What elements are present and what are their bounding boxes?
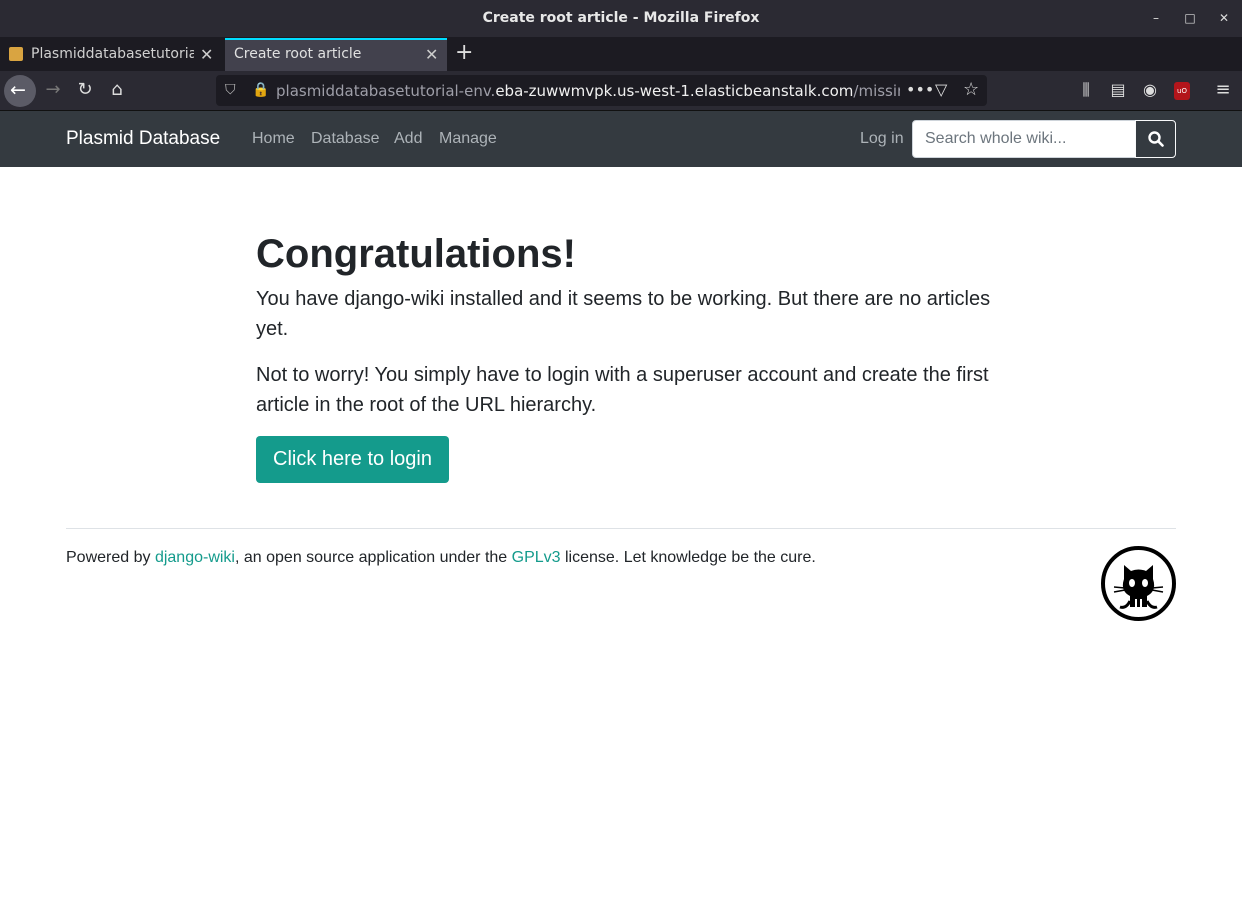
nav-home[interactable]: Home xyxy=(252,130,295,148)
browser-toolbar: ← → ↻ ⌂ ⛉ 🔒 plasmiddatabasetutorial-env.… xyxy=(0,71,1242,111)
footer-divider xyxy=(66,528,1176,529)
library-icon[interactable]: ⫼ xyxy=(1075,80,1097,100)
url-host: eba-zuwwmvpk.us-west-1.elasticbeanstalk.… xyxy=(495,82,854,100)
window-titlebar: Create root article - Mozilla Firefox – … xyxy=(0,0,1242,37)
footer-text-middle: , an open source application under the xyxy=(234,549,512,566)
close-window-icon[interactable]: ✕ xyxy=(1217,11,1231,25)
window-title: Create root article - Mozilla Firefox xyxy=(482,10,760,26)
url-path: /missing-root xyxy=(853,82,900,100)
account-icon[interactable]: ◉ xyxy=(1139,80,1161,100)
gplv3-link[interactable]: GPLv3 xyxy=(512,549,561,566)
search-button[interactable] xyxy=(1135,120,1176,158)
tab-create-root-article[interactable]: Create root article ✕ xyxy=(225,38,447,71)
github-icon[interactable] xyxy=(1100,545,1177,622)
search-input[interactable] xyxy=(912,120,1136,158)
sidebar-icon[interactable]: ▤ xyxy=(1107,80,1129,100)
django-wiki-link[interactable]: django-wiki xyxy=(155,549,235,566)
search-icon xyxy=(1148,131,1164,147)
url-prefix: plasmiddatabasetutorial-env. xyxy=(276,82,496,100)
tab-label: Plasmiddatabasetutorial xyxy=(31,46,194,62)
main-content: Congratulations! You have django-wiki in… xyxy=(256,230,996,483)
bookmark-star-icon[interactable]: ☆ xyxy=(963,79,979,100)
url-bar[interactable]: ⛉ 🔒 plasmiddatabasetutorial-env.eba-zuww… xyxy=(216,75,987,106)
tab-plasmid[interactable]: Plasmiddatabasetutorial ✕ xyxy=(0,38,224,71)
nav-add[interactable]: Add xyxy=(394,130,422,148)
reload-icon[interactable]: ↻ xyxy=(74,80,96,100)
minimize-icon[interactable]: – xyxy=(1149,11,1163,25)
package-icon xyxy=(9,47,23,61)
maximize-icon[interactable]: □ xyxy=(1183,11,1197,25)
intro-paragraph: You have django-wiki installed and it se… xyxy=(256,288,991,340)
back-button[interactable]: ← xyxy=(4,75,36,107)
new-tab-icon[interactable]: + xyxy=(455,42,473,64)
back-arrow-icon: ← xyxy=(10,79,26,101)
nav-database[interactable]: Database xyxy=(311,130,380,148)
login-button[interactable]: Click here to login xyxy=(256,436,449,483)
ublock-icon[interactable]: uO xyxy=(1174,82,1190,100)
page-heading: Congratulations! xyxy=(256,232,576,276)
brand-link[interactable]: Plasmid Database xyxy=(66,128,220,150)
forward-arrow-icon[interactable]: → xyxy=(42,80,64,100)
insecure-lock-icon[interactable]: 🔒 xyxy=(252,82,269,98)
nav-manage[interactable]: Manage xyxy=(439,130,497,148)
footer-text-after: license. Let knowledge be the cure. xyxy=(560,549,816,566)
tab-close-icon[interactable]: ✕ xyxy=(200,45,213,64)
tab-close-icon[interactable]: ✕ xyxy=(425,45,438,64)
tab-label: Create root article xyxy=(234,46,362,62)
instructions-paragraph: Not to worry! You simply have to login w… xyxy=(256,364,989,416)
tab-strip: Plasmiddatabasetutorial ✕ Create root ar… xyxy=(0,37,1242,71)
footer-text-before: Powered by xyxy=(66,549,155,566)
site-navbar: Plasmid Database Home Database Add Manag… xyxy=(0,111,1242,167)
pocket-icon[interactable]: ▽ xyxy=(935,80,947,99)
footer-text: Powered by django-wiki, an open source a… xyxy=(66,549,816,567)
more-actions-icon[interactable]: ••• xyxy=(906,80,934,99)
nav-login[interactable]: Log in xyxy=(860,130,904,148)
url-text: plasmiddatabasetutorial-env.eba-zuwwmvpk… xyxy=(276,82,900,100)
home-icon[interactable]: ⌂ xyxy=(106,80,128,100)
menu-icon[interactable]: ≡ xyxy=(1212,80,1234,100)
shield-icon[interactable]: ⛉ xyxy=(225,82,236,98)
